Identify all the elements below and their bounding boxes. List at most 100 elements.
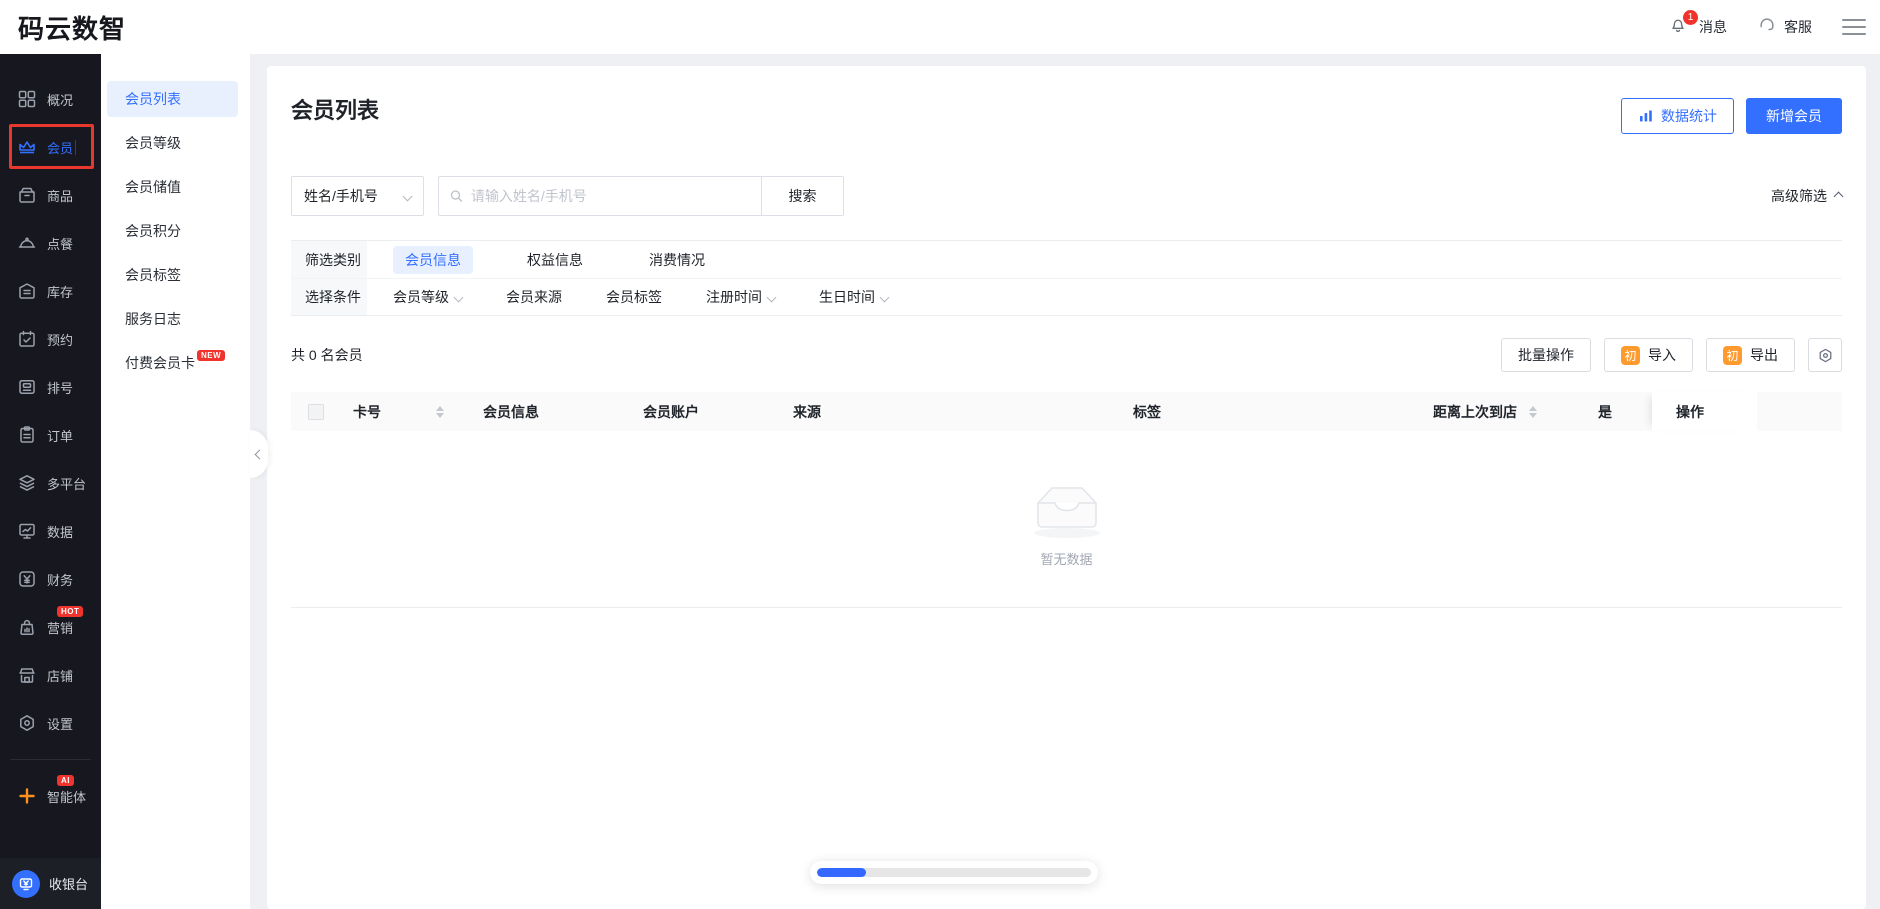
gear-icon	[1819, 348, 1831, 362]
loading-track	[817, 868, 1091, 877]
submenu-item-paid-member-card[interactable]: 付费会员卡 NEW	[107, 345, 238, 381]
empty-inbox-icon	[1033, 487, 1100, 538]
sort-icon[interactable]	[1529, 405, 1537, 418]
message-count-badge: 1	[1683, 10, 1698, 25]
member-list-card: 会员列表 数据统计 新增会员 姓名/手机号 请输入姓名/手机号 搜索 高级筛选 …	[267, 66, 1866, 909]
sidebar-item-store[interactable]: 店铺	[0, 651, 101, 699]
chevron-down-icon	[879, 292, 890, 302]
column-member-info: 会员信息	[483, 403, 539, 420]
submenu-item-member-level[interactable]: 会员等级	[107, 125, 238, 161]
app-logo: 码云数智	[18, 13, 127, 44]
cashier-icon	[12, 869, 40, 898]
submenu-item-member-tags[interactable]: 会员标签	[107, 257, 238, 293]
sidebar-item-cashier[interactable]: 收银台	[0, 858, 101, 909]
search-icon	[450, 190, 463, 202]
add-member-button[interactable]: 新增会员	[1746, 98, 1842, 134]
topbar-actions: 1 消息 客服	[1668, 10, 1866, 40]
advanced-filter-toggle[interactable]: 高级筛选	[1771, 186, 1844, 206]
sort-icon[interactable]	[436, 405, 444, 418]
filter-tab-member-info[interactable]: 会员信息	[393, 245, 473, 274]
clipboard-icon	[20, 426, 34, 443]
submenu-item-member-stored-value[interactable]: 会员储值	[107, 169, 238, 205]
search-button[interactable]: 搜索	[761, 177, 843, 215]
filter-condition-label: 选择条件	[291, 279, 367, 315]
condition-register-time[interactable]: 注册时间	[706, 287, 777, 307]
empty-text: 暂无数据	[1040, 552, 1093, 567]
storefront-icon	[19, 668, 35, 683]
top-bar: 码云数智 1 消息 客服	[0, 0, 1880, 54]
import-button[interactable]: 初 导入	[1604, 338, 1693, 372]
marketing-bag-icon	[20, 619, 34, 636]
sidebar-item-data[interactable]: 数据	[0, 507, 101, 555]
condition-member-tag[interactable]: 会员标签	[606, 287, 662, 307]
ticket-machine-icon	[19, 380, 35, 394]
column-source: 来源	[793, 403, 821, 420]
filter-panel: 筛选类别 会员信息 权益信息 消费情况 选择条件 会员等级 会员来源 会员标签 …	[291, 240, 1842, 316]
bell-icon: 1	[1668, 10, 1698, 39]
select-all-checkbox[interactable]	[308, 403, 324, 420]
condition-birthday-time[interactable]: 生日时间	[819, 287, 890, 307]
sidebar-item-finance[interactable]: 财务	[0, 555, 101, 603]
layers-icon	[19, 475, 35, 491]
app-window: 码云数智 1 消息 客服 概况 会员 商品 点餐 库存 预约 排号 订单 多平台…	[0, 0, 1880, 909]
gear-icon	[20, 715, 34, 731]
sidebar-item-dining[interactable]: 点餐	[0, 219, 101, 267]
ai-badge: AI	[57, 775, 74, 786]
sidebar-item-agent[interactable]: AI 智能体	[0, 772, 101, 820]
submenu-item-member-points[interactable]: 会员积分	[107, 213, 238, 249]
new-badge: NEW	[197, 349, 226, 361]
submenu-item-service-log[interactable]: 服务日志	[107, 301, 238, 337]
search-input[interactable]	[470, 188, 751, 204]
chevron-down-icon	[766, 292, 777, 302]
submenu-item-member-list[interactable]: 会员列表	[107, 81, 238, 117]
filter-tab-rights-info[interactable]: 权益信息	[515, 246, 595, 274]
data-statistics-button[interactable]: 数据统计	[1621, 98, 1734, 134]
sidebar-item-inventory[interactable]: 库存	[0, 267, 101, 315]
monitor-chart-icon	[19, 523, 35, 539]
condition-member-source[interactable]: 会员来源	[506, 287, 562, 307]
guide-badge-icon: 初	[1621, 345, 1640, 365]
yuan-square-icon	[19, 571, 35, 587]
bulk-actions-button[interactable]: 批量操作	[1501, 338, 1591, 372]
search-field-selector[interactable]: 姓名/手机号	[291, 176, 424, 216]
text-cursor	[75, 139, 77, 155]
cloche-icon	[18, 237, 36, 248]
clover-icon	[19, 788, 35, 804]
export-button[interactable]: 初 导出	[1706, 338, 1795, 372]
sidebar-item-multiplatform[interactable]: 多平台	[0, 459, 101, 507]
calendar-check-icon	[19, 330, 35, 347]
messages-button[interactable]: 1 消息	[1668, 10, 1727, 39]
filter-tab-consumption[interactable]: 消费情况	[637, 246, 717, 274]
sidebar-item-overview[interactable]: 概况	[0, 75, 101, 123]
column-tags: 标签	[1133, 403, 1161, 420]
column-card-number: 卡号	[353, 403, 381, 420]
column-actions-fixed: 操作	[1652, 392, 1757, 431]
customer-service-button[interactable]: 客服	[1757, 15, 1812, 40]
crown-icon	[19, 141, 35, 154]
sidebar-item-queue[interactable]: 排号	[0, 363, 101, 411]
loading-progress	[810, 861, 1098, 884]
page-title: 会员列表	[291, 98, 380, 123]
column-clipped: 是	[1598, 403, 1612, 420]
member-count-text: 共 0 名会员	[291, 347, 363, 363]
sidebar-item-booking[interactable]: 预约	[0, 315, 101, 363]
chevron-down-icon	[453, 292, 464, 302]
column-settings-button[interactable]	[1808, 338, 1842, 372]
headset-icon	[1757, 15, 1777, 40]
sidebar-item-orders[interactable]: 订单	[0, 411, 101, 459]
chevron-down-icon	[402, 191, 413, 201]
sidebar-divider	[10, 759, 91, 760]
sidebar-item-marketing[interactable]: HOT 营销	[0, 603, 101, 651]
sidebar-item-goods[interactable]: 商品	[0, 171, 101, 219]
loading-bar-fill	[817, 868, 867, 877]
table-header: 卡号 会员信息 会员账户 来源 标签 距离上次到店 是 操作	[291, 392, 1842, 431]
guide-badge-icon: 初	[1723, 345, 1742, 365]
condition-member-level[interactable]: 会员等级	[393, 287, 464, 307]
table-empty-state: 暂无数据	[291, 431, 1842, 608]
sidebar-item-members[interactable]: 会员	[0, 123, 101, 171]
search-input-group: 搜索	[438, 176, 844, 216]
collapse-chevron-icon	[254, 449, 264, 459]
menu-icon[interactable]	[1842, 19, 1866, 35]
sidebar-item-settings[interactable]: 设置	[0, 699, 101, 747]
secondary-sidebar: 会员列表 会员等级 会员储值 会员积分 会员标签 服务日志 付费会员卡 NEW	[101, 54, 250, 909]
